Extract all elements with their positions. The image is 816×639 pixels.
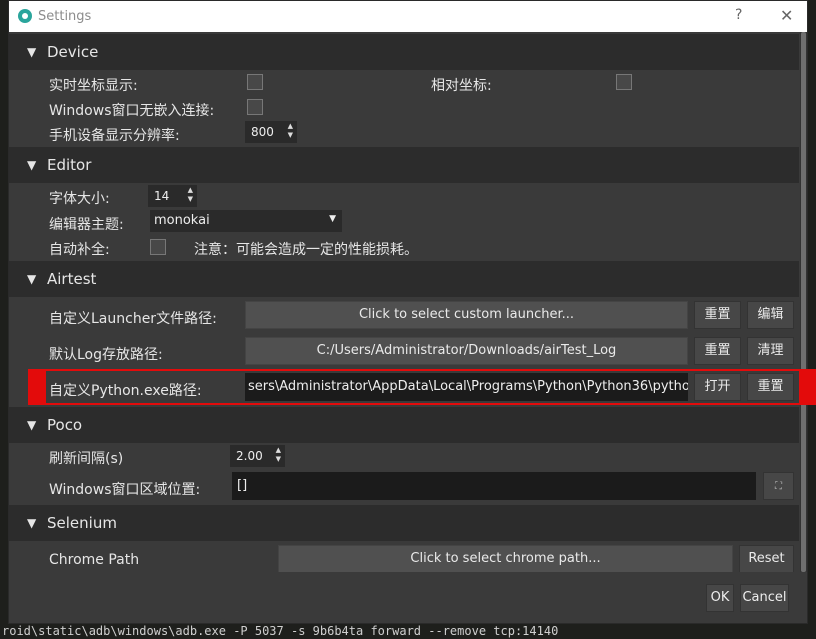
- resolution-value: 800: [251, 125, 274, 139]
- chrome-path-label: Chrome Path: [49, 552, 140, 568]
- collapse-arrow-icon: ▼: [27, 272, 37, 286]
- select-chrome-path-button[interactable]: Click to select chrome path...: [278, 545, 733, 572]
- log-path-label: 默认Log存放路径:: [49, 347, 163, 363]
- ok-button[interactable]: OK: [706, 584, 734, 612]
- highlight-marker-left: [28, 369, 46, 405]
- windows-no-embed-label: Windows窗口无嵌入连接:: [49, 103, 215, 119]
- log-clear-button[interactable]: 清理: [747, 337, 794, 365]
- background-terminal-line: roid\static\adb\windows\adb.exe -P 5037 …: [0, 624, 816, 639]
- window-region-input[interactable]: []: [232, 472, 756, 500]
- window-title: Settings: [38, 9, 92, 24]
- collapse-arrow-icon: ▼: [27, 516, 37, 530]
- vertical-scrollbar[interactable]: [800, 32, 807, 572]
- autocomplete-checkbox[interactable]: [150, 239, 166, 255]
- section-airtest-header[interactable]: ▼ Airtest: [9, 261, 799, 297]
- settings-scroll-area: ▼ Device 实时坐标显示: 相对坐标: Windows窗口无嵌入连接: 手…: [9, 32, 799, 572]
- log-reset-button[interactable]: 重置: [694, 337, 741, 365]
- section-selenium-header[interactable]: ▼ Selenium: [9, 505, 799, 541]
- log-path-button[interactable]: C:/Users/Administrator/Downloads/airTest…: [245, 337, 688, 365]
- spin-arrows-icon[interactable]: ▲ ▼: [276, 446, 281, 464]
- select-region-icon: ⛶: [775, 481, 782, 492]
- section-editor-title: Editor: [47, 156, 92, 174]
- section-device-title: Device: [47, 43, 99, 61]
- chrome-reset-button[interactable]: Reset: [739, 545, 794, 572]
- settings-app-icon: [18, 9, 32, 23]
- section-poco-title: Poco: [47, 416, 83, 434]
- help-button[interactable]: ?: [735, 7, 742, 23]
- scrollbar-thumb[interactable]: [801, 32, 806, 572]
- refresh-interval-label: 刷新间隔(s): [49, 451, 124, 467]
- autocomplete-note: 注意：可能会造成一定的性能损耗。: [194, 242, 418, 258]
- refresh-interval-value: 2.00: [236, 449, 263, 463]
- title-bar: Settings ? ✕: [9, 1, 807, 32]
- font-size-spinbox[interactable]: 14 ▲ ▼: [148, 185, 197, 207]
- section-editor-header[interactable]: ▼ Editor: [9, 147, 799, 183]
- spin-arrows-icon[interactable]: ▲ ▼: [188, 186, 193, 204]
- autocomplete-label: 自动补全:: [49, 242, 110, 258]
- launcher-edit-button[interactable]: 编辑: [747, 301, 794, 329]
- resolution-spinbox[interactable]: 800 ▲ ▼: [245, 121, 297, 143]
- refresh-interval-spinbox[interactable]: 2.00 ▲ ▼: [230, 445, 285, 467]
- collapse-arrow-icon: ▼: [27, 45, 37, 59]
- chevron-down-icon: ▼: [329, 214, 336, 224]
- launcher-path-label: 自定义Launcher文件路径:: [49, 311, 217, 327]
- theme-value: monokai: [154, 213, 210, 228]
- close-button[interactable]: ✕: [780, 6, 793, 25]
- section-airtest-title: Airtest: [47, 270, 97, 288]
- section-selenium-title: Selenium: [47, 514, 117, 532]
- select-launcher-button[interactable]: Click to select custom launcher...: [245, 301, 688, 329]
- font-size-label: 字体大小:: [49, 191, 110, 207]
- launcher-reset-button[interactable]: 重置: [694, 301, 741, 329]
- relative-coords-label: 相对坐标:: [431, 78, 492, 94]
- highlight-marker-right: [799, 369, 816, 405]
- windows-no-embed-checkbox[interactable]: [247, 99, 263, 115]
- window-region-label: Windows窗口区域位置:: [49, 482, 201, 498]
- collapse-arrow-icon: ▼: [27, 418, 37, 432]
- relative-coords-checkbox[interactable]: [616, 74, 632, 90]
- theme-select[interactable]: monokai ▼: [150, 210, 342, 232]
- window-region-pick-button[interactable]: ⛶: [763, 472, 794, 500]
- realtime-coords-label: 实时坐标显示:: [49, 78, 138, 94]
- theme-label: 编辑器主题:: [49, 217, 124, 233]
- realtime-coords-checkbox[interactable]: [247, 74, 263, 90]
- settings-dialog: Settings ? ✕ ▼ Device 实时坐标显示: 相对坐标: Wind…: [8, 0, 816, 624]
- resolution-label: 手机设备显示分辨率:: [49, 128, 180, 144]
- highlight-frame: [46, 369, 799, 405]
- collapse-arrow-icon: ▼: [27, 158, 37, 172]
- cancel-button[interactable]: Cancel: [740, 584, 789, 612]
- spin-arrows-icon[interactable]: ▲ ▼: [288, 122, 293, 140]
- section-poco-header[interactable]: ▼ Poco: [9, 407, 799, 443]
- section-device-header[interactable]: ▼ Device: [9, 34, 799, 70]
- font-size-value: 14: [154, 189, 170, 203]
